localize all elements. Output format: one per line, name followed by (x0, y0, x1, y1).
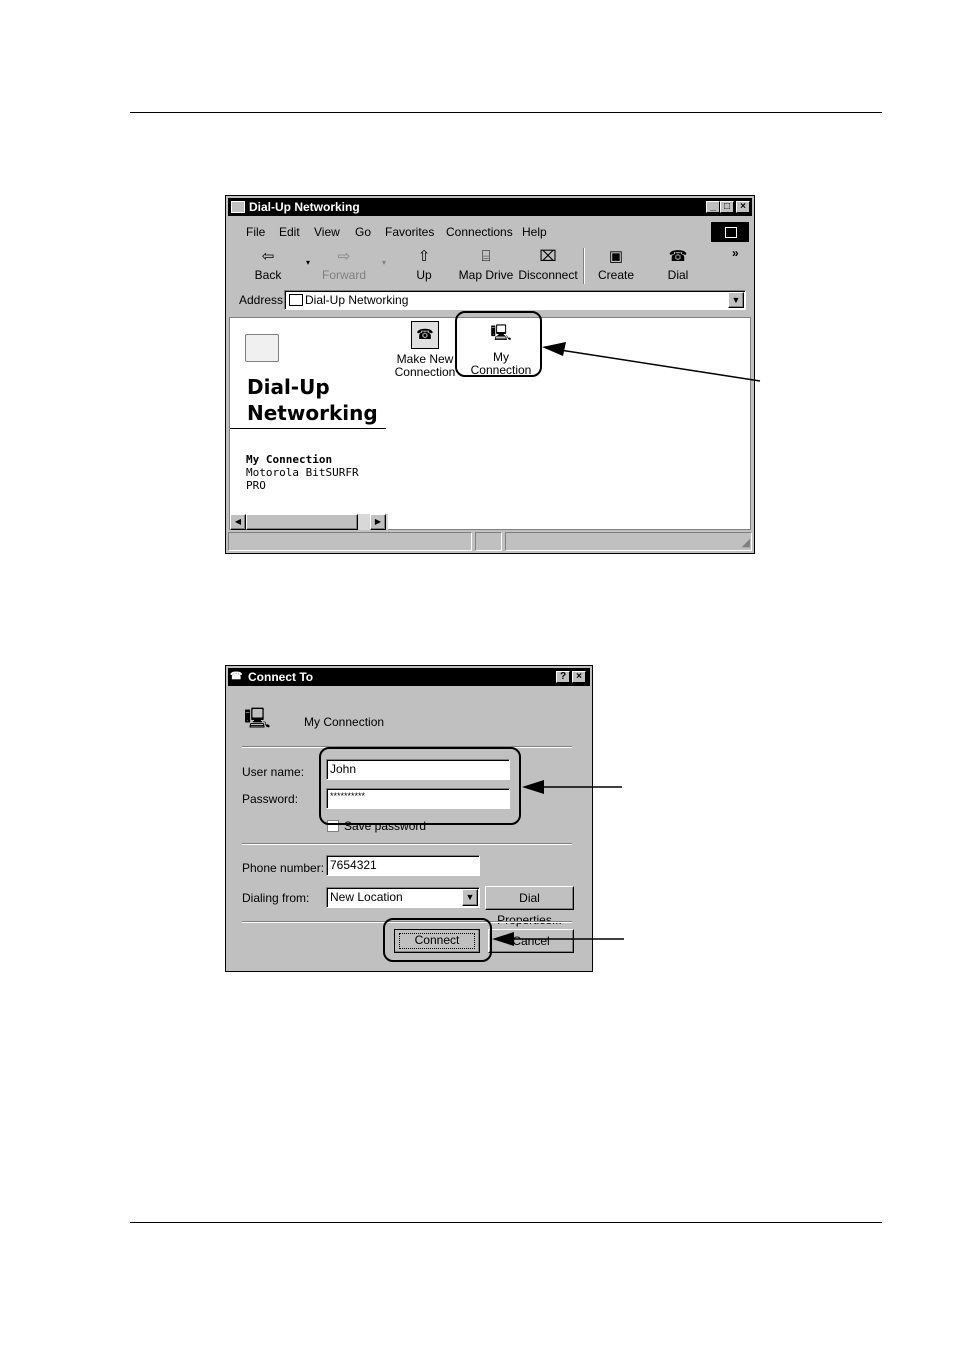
arrow-to-connect-button (492, 932, 624, 946)
annotation-arrows (492, 342, 761, 946)
arrow-to-my-connection (542, 342, 761, 382)
arrow-to-credentials (522, 780, 622, 794)
